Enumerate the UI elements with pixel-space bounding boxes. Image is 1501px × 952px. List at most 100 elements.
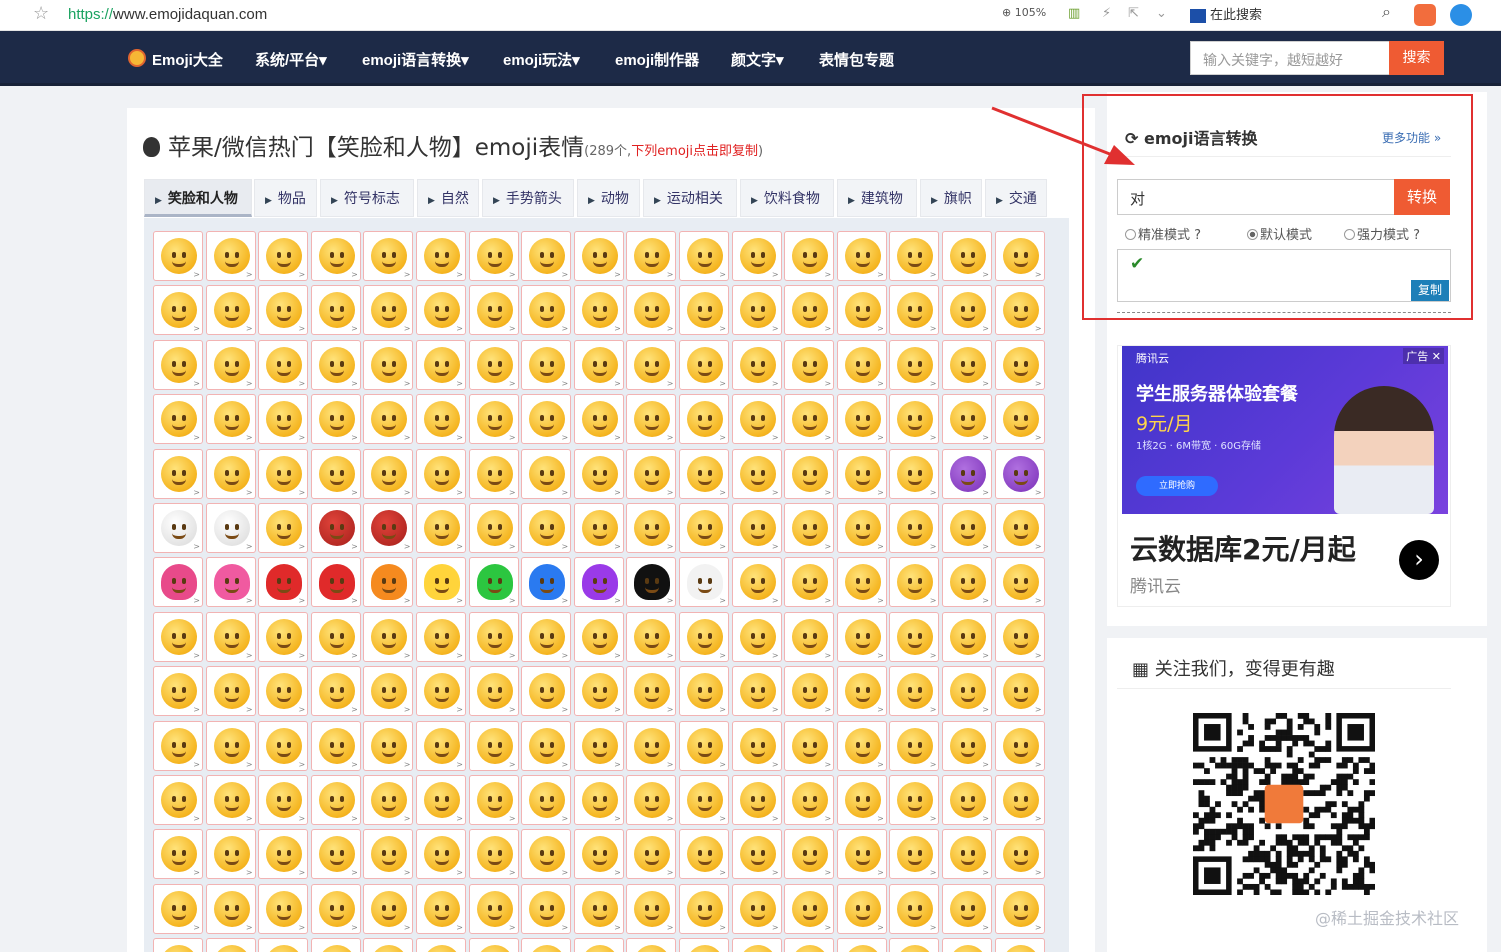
emoji-cell[interactable]: >	[942, 448, 992, 499]
emoji-cell[interactable]: >	[994, 285, 1045, 336]
emoji-cell[interactable]: >	[731, 720, 782, 771]
emoji-cell[interactable]: >	[521, 557, 572, 608]
tab-buildings[interactable]: ▶ 建筑物	[837, 179, 917, 217]
emoji-cell[interactable]: >	[468, 829, 519, 880]
emoji-cell[interactable]: >	[468, 448, 519, 499]
emoji-cell[interactable]: >	[468, 938, 519, 952]
emoji-cell[interactable]: >	[363, 938, 414, 952]
emoji-cell[interactable]: >	[626, 285, 677, 336]
emoji-cell[interactable]: >	[258, 285, 309, 336]
emoji-cell[interactable]: >	[784, 829, 835, 880]
emoji-cell[interactable]: >	[889, 883, 940, 934]
emoji-cell[interactable]: >	[310, 231, 361, 281]
emoji-cell[interactable]: >	[521, 938, 572, 952]
emoji-cell[interactable]: >	[310, 666, 361, 717]
emoji-cell[interactable]: >	[942, 775, 992, 825]
emoji-cell[interactable]: >	[994, 448, 1045, 499]
emoji-cell[interactable]: >	[363, 448, 414, 499]
emoji-cell[interactable]: >	[416, 503, 466, 553]
emoji-cell[interactable]: >	[679, 611, 729, 662]
emoji-cell[interactable]: >	[626, 231, 677, 281]
emoji-cell[interactable]: >	[521, 231, 572, 281]
emoji-cell[interactable]: >	[731, 394, 782, 445]
zoom-level[interactable]: ⊕ 105%	[1002, 6, 1046, 19]
tab-nature[interactable]: ▶ 自然	[417, 179, 479, 217]
emoji-cell[interactable]: >	[994, 720, 1045, 771]
emoji-cell[interactable]: >	[153, 394, 203, 445]
emoji-cell[interactable]: >	[310, 720, 361, 771]
tab-sports[interactable]: ▶ 运动相关	[643, 179, 737, 217]
emoji-cell[interactable]: >	[258, 720, 309, 771]
emoji-cell[interactable]: >	[836, 611, 887, 662]
emoji-cell[interactable]: >	[784, 883, 835, 934]
emoji-cell[interactable]: >	[153, 339, 203, 390]
emoji-cell[interactable]: >	[573, 883, 624, 934]
emoji-cell[interactable]: >	[731, 231, 782, 281]
emoji-cell[interactable]: >	[731, 666, 782, 717]
emoji-cell[interactable]: >	[731, 938, 782, 952]
emoji-cell[interactable]: >	[836, 775, 887, 825]
emoji-cell[interactable]: >	[205, 285, 256, 336]
emoji-cell[interactable]: >	[731, 775, 782, 825]
emoji-cell[interactable]: >	[784, 938, 835, 952]
emoji-cell[interactable]: >	[626, 666, 677, 717]
emoji-cell[interactable]: >	[258, 829, 309, 880]
emoji-cell[interactable]: >	[942, 394, 992, 445]
emoji-cell[interactable]: >	[942, 285, 992, 336]
emoji-cell[interactable]: >	[942, 231, 992, 281]
emoji-cell[interactable]: >	[153, 666, 203, 717]
emoji-cell[interactable]: >	[784, 503, 835, 553]
emoji-cell[interactable]: >	[205, 231, 256, 281]
emoji-cell[interactable]: >	[205, 394, 256, 445]
emoji-cell[interactable]: >	[626, 557, 677, 608]
emoji-cell[interactable]: >	[205, 557, 256, 608]
emoji-cell[interactable]: >	[573, 503, 624, 553]
emoji-cell[interactable]: >	[889, 720, 940, 771]
emoji-cell[interactable]: >	[205, 666, 256, 717]
emoji-cell[interactable]: >	[416, 666, 466, 717]
emoji-cell[interactable]: >	[153, 775, 203, 825]
emoji-cell[interactable]: >	[626, 883, 677, 934]
emoji-cell[interactable]: >	[784, 231, 835, 281]
emoji-cell[interactable]: >	[679, 938, 729, 952]
bookmark-star-icon[interactable]: ☆	[33, 3, 49, 24]
emoji-cell[interactable]: >	[573, 829, 624, 880]
emoji-cell[interactable]: >	[258, 611, 309, 662]
emoji-cell[interactable]: >	[521, 720, 572, 771]
emoji-cell[interactable]: >	[994, 557, 1045, 608]
emoji-cell[interactable]: >	[363, 883, 414, 934]
emoji-cell[interactable]: >	[363, 611, 414, 662]
site-search-input[interactable]: 输入关键字，越短越好	[1190, 41, 1390, 75]
emoji-cell[interactable]: >	[258, 775, 309, 825]
emoji-cell[interactable]: >	[836, 448, 887, 499]
tab-symbols[interactable]: ▶ 符号标志	[320, 179, 414, 217]
emoji-cell[interactable]: >	[153, 557, 203, 608]
emoji-cell[interactable]: >	[416, 394, 466, 445]
emoji-cell[interactable]: >	[679, 285, 729, 336]
emoji-cell[interactable]: >	[153, 829, 203, 880]
emoji-cell[interactable]: >	[942, 883, 992, 934]
emoji-cell[interactable]: >	[468, 231, 519, 281]
emoji-cell[interactable]: >	[521, 339, 572, 390]
ad-banner[interactable]: 腾讯云 广告 ✕ 学生服务器体验套餐 9元/月 1核2G · 6M带宽 · 60…	[1117, 345, 1451, 607]
emoji-cell[interactable]: >	[889, 938, 940, 952]
emoji-cell[interactable]: >	[205, 775, 256, 825]
emoji-cell[interactable]: >	[258, 666, 309, 717]
tab-gestures[interactable]: ▶ 手势箭头	[482, 179, 574, 217]
emoji-cell[interactable]: >	[784, 339, 835, 390]
emoji-cell[interactable]: >	[836, 557, 887, 608]
emoji-cell[interactable]: >	[153, 883, 203, 934]
emoji-cell[interactable]: >	[731, 339, 782, 390]
emoji-cell[interactable]: >	[205, 611, 256, 662]
tab-animals[interactable]: ▶ 动物	[577, 179, 640, 217]
emoji-cell[interactable]: >	[153, 448, 203, 499]
emoji-cell[interactable]: >	[994, 611, 1045, 662]
chevron-right-icon[interactable]: ›	[1399, 540, 1439, 580]
emoji-cell[interactable]: >	[784, 394, 835, 445]
emoji-cell[interactable]: >	[626, 611, 677, 662]
emoji-cell[interactable]: >	[889, 285, 940, 336]
emoji-cell[interactable]: >	[258, 448, 309, 499]
emoji-cell[interactable]: >	[679, 339, 729, 390]
emoji-cell[interactable]: >	[521, 448, 572, 499]
emoji-cell[interactable]: >	[626, 339, 677, 390]
